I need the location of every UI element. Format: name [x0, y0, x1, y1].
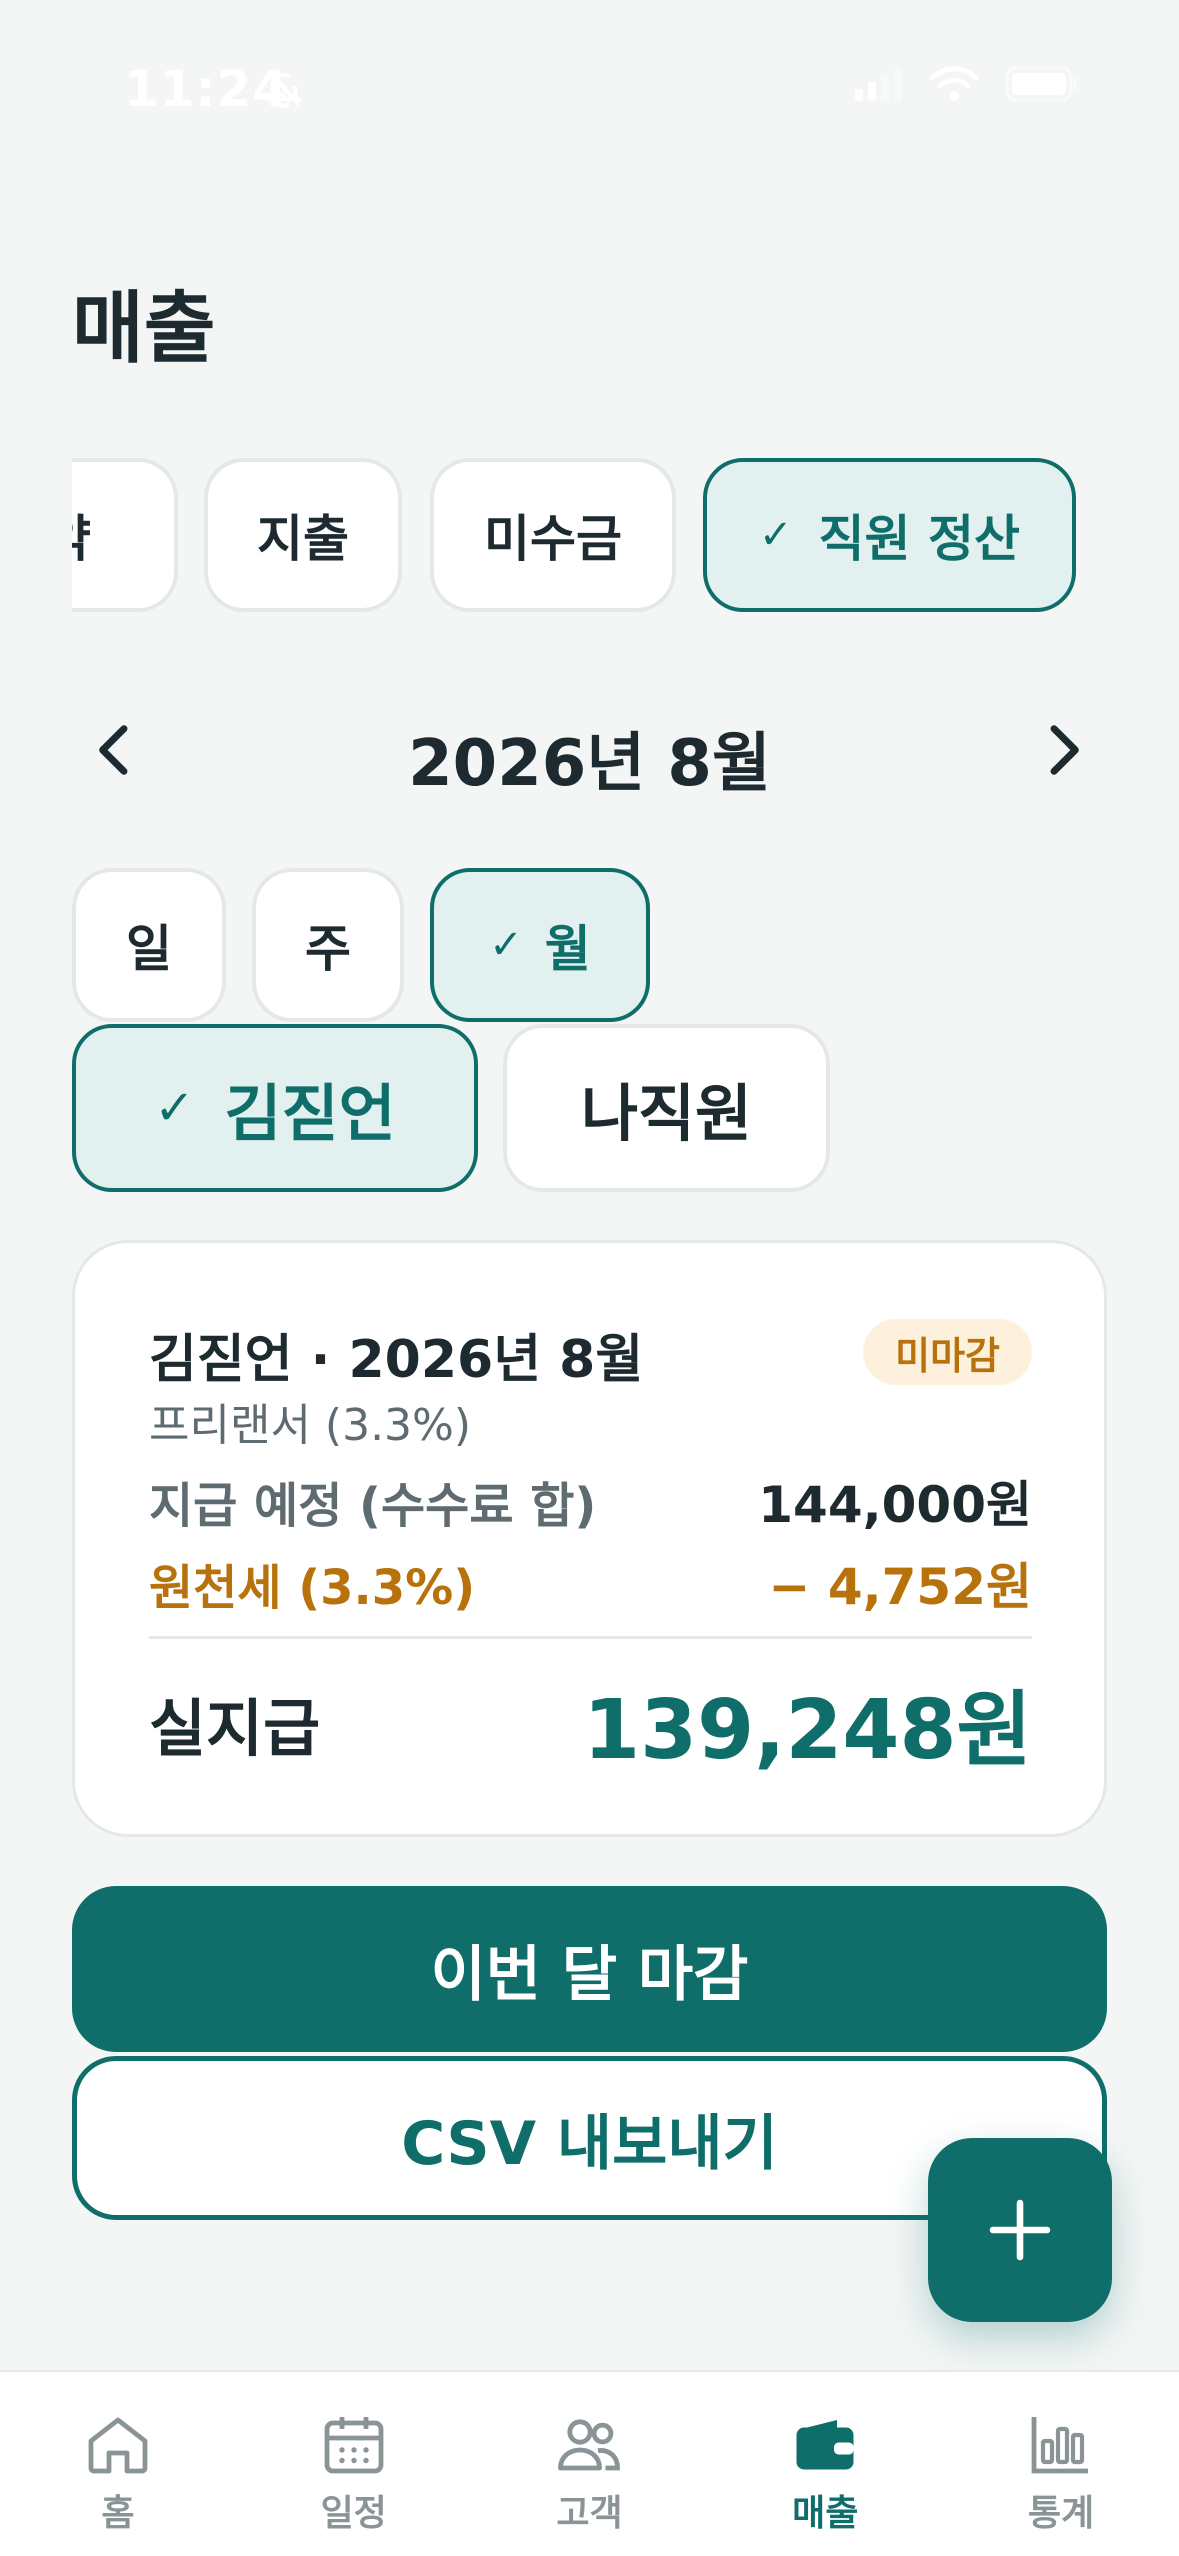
tab-reservation[interactable]: 예약 — [72, 458, 178, 612]
tax-label: 원천세 (3.3%) — [149, 1560, 476, 1616]
check-icon: ✓ — [154, 1080, 195, 1136]
bell-muted-icon — [265, 70, 303, 109]
wallet-icon — [796, 2420, 854, 2470]
plus-icon — [989, 2199, 1051, 2261]
net-label: 실지급 — [149, 1691, 321, 1765]
tab-label: 고객 — [556, 2493, 623, 2534]
payout-label: 지급 예정 (수수료 합) — [149, 1478, 597, 1534]
staff-label: 나직원 — [580, 1077, 753, 1150]
calendar-icon — [324, 2417, 384, 2474]
close-month-button[interactable]: 이번 달 마감 — [72, 1886, 1107, 2052]
users-icon — [558, 2419, 621, 2471]
tab-label: 미수금 — [484, 510, 622, 568]
tab-staff-settlement[interactable]: ✓ 직원 정산 — [703, 458, 1076, 612]
tab-label: 일정 — [320, 2493, 387, 2534]
settlement-summary-card: 김짇언 · 2026년 8월 프리랜서 (3.3%) 미마감 지급 예정 (수수… — [72, 1240, 1107, 1837]
period-label: 일 — [126, 920, 172, 978]
staff-chip-kim[interactable]: ✓ 김짇언 — [72, 1024, 478, 1192]
staff-chip-na[interactable]: 나직원 — [503, 1024, 830, 1192]
page-title: 매출 — [72, 284, 216, 374]
tab-label: 직원 정산 — [818, 510, 1020, 568]
tax-value: − 4,752원 — [768, 1558, 1032, 1616]
payout-row: 지급 예정 (수수료 합) 144,000원 — [149, 1465, 1032, 1537]
check-icon: ✓ — [489, 922, 523, 968]
period-label: 월 — [544, 920, 591, 978]
home-icon — [88, 2417, 148, 2474]
period-month[interactable]: ✓ 월 — [430, 868, 650, 1022]
payout-value: 144,000원 — [758, 1476, 1032, 1534]
battery-icon — [1005, 66, 1077, 102]
tab-label: 매출 — [792, 2493, 859, 2534]
net-row: 실지급 139,248원 — [149, 1663, 1032, 1782]
bottom-tab-bar: 홈 일정 고객 매출 통계 — [0, 2370, 1179, 2556]
tabbar-item-schedule[interactable]: 일정 — [236, 2372, 472, 2556]
bar-chart-icon — [1031, 2417, 1089, 2474]
summary-subtitle: 프리랜서 (3.3%) — [149, 1400, 472, 1451]
signal-icon — [855, 68, 902, 101]
chevron-right-icon[interactable] — [1030, 718, 1094, 782]
status-indicators — [855, 66, 1079, 102]
period-day[interactable]: 일 — [72, 868, 226, 1022]
divider — [149, 1636, 1032, 1639]
status-bar: 11:24 — [0, 0, 1179, 170]
summary-title: 김짇언 · 2026년 8월 — [149, 1330, 644, 1390]
tabbar-item-home[interactable]: 홈 — [0, 2372, 236, 2556]
net-value: 139,248원 — [583, 1683, 1032, 1778]
tab-label: 홈 — [101, 2493, 135, 2534]
staff-label: 김짇언 — [224, 1077, 396, 1150]
add-button[interactable] — [928, 2138, 1112, 2322]
month-navigator: 2026년 8월 — [72, 690, 1107, 810]
check-icon: ✓ — [759, 512, 793, 558]
wifi-icon — [929, 66, 979, 101]
tab-label: 지출 — [257, 510, 349, 568]
tax-row: 원천세 (3.3%) − 4,752원 — [149, 1547, 1032, 1619]
tab-expense[interactable]: 지출 — [204, 458, 402, 612]
tab-label: 통계 — [1027, 2493, 1095, 2534]
tab-label: 예약 — [72, 499, 91, 571]
status-badge: 미마감 — [863, 1319, 1032, 1385]
tabbar-item-customers[interactable]: 고객 — [472, 2372, 708, 2556]
period-label: 주 — [305, 920, 351, 978]
month-label: 2026년 8월 — [408, 727, 771, 801]
period-week[interactable]: 주 — [252, 868, 404, 1022]
tabbar-item-stats[interactable]: 통계 — [943, 2372, 1179, 2556]
category-tabs[interactable]: 예약 지출 미수금 ✓ 직원 정산 — [72, 458, 1107, 616]
tabbar-item-sales[interactable]: 매출 — [707, 2372, 943, 2556]
tab-receivables[interactable]: 미수금 — [430, 458, 676, 612]
